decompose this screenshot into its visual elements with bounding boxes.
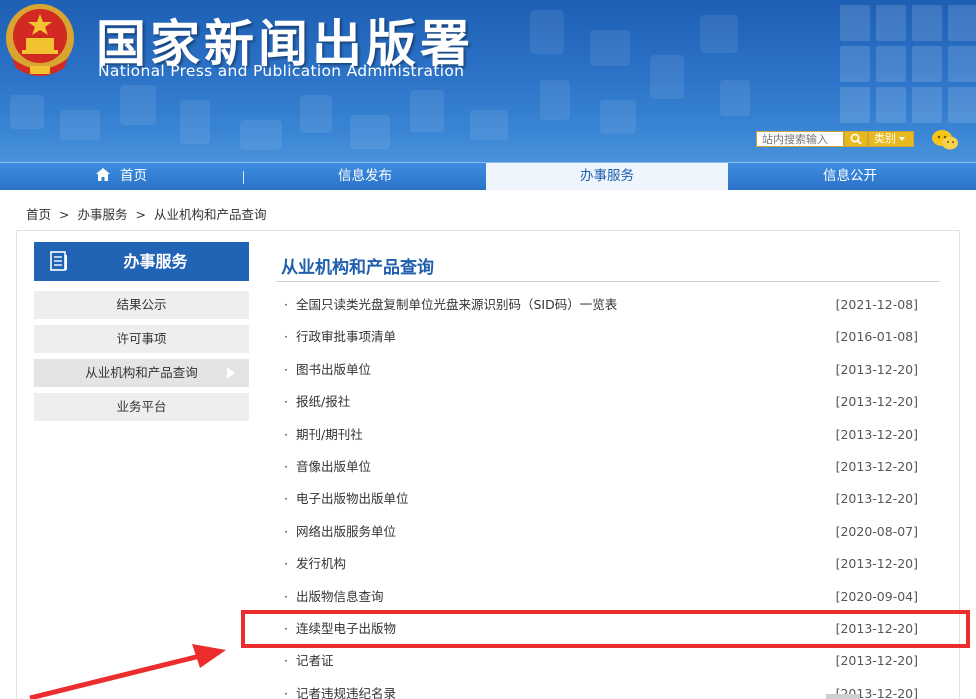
list-item-link[interactable]: 行政审批事项清单 — [296, 321, 396, 353]
bullet-icon: · — [284, 361, 288, 377]
nav-services[interactable]: 办事服务 — [486, 163, 728, 190]
list-item-link[interactable]: 记者违规违纪名录 — [296, 678, 396, 699]
list-item-date: [2013-12-20] — [835, 556, 918, 572]
bullet-icon: · — [284, 556, 288, 572]
bullet-icon: · — [284, 394, 288, 410]
bullet-icon: · — [284, 426, 288, 442]
category-dropdown[interactable]: 类别 — [868, 131, 914, 147]
horizontal-scrollbar[interactable] — [826, 694, 860, 699]
list-item-date: [2020-08-07] — [835, 523, 918, 539]
page-title: 从业机构和产品查询 — [281, 258, 434, 278]
list-item[interactable]: · 记者证 [2013-12-20] — [282, 645, 922, 677]
nav-home-label: 首页 — [120, 168, 147, 184]
nav-info-release-label: 信息发布 — [338, 168, 392, 184]
wechat-icon[interactable] — [930, 128, 960, 152]
main-nav: 首页 信息发布 办事服务 信息公开 — [0, 162, 976, 190]
sidebar-item-org-query[interactable]: 从业机构和产品查询 — [34, 359, 249, 387]
sidebar-item-label: 从业机构和产品查询 — [85, 365, 198, 380]
nav-info-disclosure-label: 信息公开 — [823, 168, 877, 184]
breadcrumb-separator: > — [135, 207, 146, 222]
breadcrumb-separator: > — [59, 207, 70, 222]
list-item[interactable]: · 电子出版物出版单位 [2013-12-20] — [282, 483, 922, 515]
sidebar-title-label: 办事服务 — [123, 252, 188, 271]
sidebar-item-licensing[interactable]: 许可事项 — [34, 325, 249, 353]
bullet-icon: · — [284, 329, 288, 345]
nav-home[interactable]: 首页 — [0, 163, 243, 190]
list-item[interactable]: · 发行机构 [2013-12-20] — [282, 548, 922, 580]
search-input[interactable] — [756, 131, 844, 147]
list-item-date: [2013-12-20] — [835, 458, 918, 474]
site-header: 国家新闻出版署 National Press and Publication A… — [0, 0, 976, 190]
title-divider — [276, 281, 940, 282]
site-subtitle: National Press and Publication Administr… — [98, 62, 465, 80]
list-item[interactable]: · 网络出版服务单位 [2020-08-07] — [282, 516, 922, 548]
sidebar-item-results[interactable]: 结果公示 — [34, 291, 249, 319]
bullet-icon: · — [284, 653, 288, 669]
breadcrumb-current: 从业机构和产品查询 — [153, 207, 267, 222]
list-item-date: [2013-12-20] — [835, 361, 918, 377]
home-icon — [96, 168, 110, 181]
highlight-annotation — [241, 610, 970, 648]
search-icon — [850, 133, 862, 145]
list-item-link[interactable]: 网络出版服务单位 — [296, 516, 396, 548]
nav-services-label: 办事服务 — [580, 168, 634, 184]
list-item[interactable]: · 报纸/报社 [2013-12-20] — [282, 386, 922, 418]
list-item[interactable]: · 图书出版单位 [2013-12-20] — [282, 354, 922, 386]
list-item-date: [2020-09-04] — [835, 588, 918, 604]
list-item-link[interactable]: 发行机构 — [296, 548, 346, 580]
list-item[interactable]: · 行政审批事项清单 [2016-01-08] — [282, 321, 922, 353]
bullet-icon: · — [284, 523, 288, 539]
bullet-icon: · — [284, 685, 288, 699]
bullet-icon: · — [284, 588, 288, 604]
list-item-link[interactable]: 出版物信息查询 — [296, 581, 384, 613]
list-item-date: [2013-12-20] — [835, 491, 918, 507]
bullet-icon: · — [284, 491, 288, 507]
list-item-date: [2016-01-08] — [835, 329, 918, 345]
nav-info-release[interactable]: 信息发布 — [244, 163, 486, 190]
sidebar-item-platform[interactable]: 业务平台 — [34, 393, 249, 421]
nav-info-disclosure[interactable]: 信息公开 — [728, 163, 972, 190]
page-root: 国家新闻出版署 National Press and Publication A… — [0, 0, 976, 699]
list-item-link[interactable]: 报纸/报社 — [296, 386, 350, 418]
list-item-link[interactable]: 期刊/期刊社 — [296, 419, 363, 451]
list-item-date: [2021-12-08] — [835, 297, 918, 312]
chevron-down-icon — [899, 137, 905, 141]
sidebar-title: 办事服务 — [34, 242, 249, 281]
list-item-link[interactable]: 记者证 — [296, 645, 334, 677]
list-item[interactable]: · 全国只读类光盘复制单位光盘来源识别码（SID码）一览表 [2021-12-08] — [282, 289, 922, 321]
breadcrumb-services[interactable]: 办事服务 — [77, 207, 127, 222]
search-button[interactable] — [844, 131, 868, 147]
breadcrumb-home[interactable]: 首页 — [26, 207, 51, 222]
chevron-right-icon — [227, 367, 235, 379]
bullet-icon: · — [284, 297, 288, 312]
list-item-date: [2013-12-20] — [835, 653, 918, 669]
list-item-link[interactable]: 音像出版单位 — [296, 451, 371, 483]
arrow-annotation-icon — [29, 644, 226, 699]
breadcrumb: 首页 > 办事服务 > 从业机构和产品查询 — [26, 204, 270, 223]
list-item-link[interactable]: 全国只读类光盘复制单位光盘来源识别码（SID码）一览表 — [296, 289, 617, 321]
list-item[interactable]: · 期刊/期刊社 [2013-12-20] — [282, 419, 922, 451]
list-item[interactable]: · 音像出版单位 [2013-12-20] — [282, 451, 922, 483]
list-item[interactable]: · 出版物信息查询 [2020-09-04] — [282, 581, 922, 613]
category-label: 类别 — [874, 132, 896, 145]
list-item-date: [2013-12-20] — [835, 394, 918, 410]
list-item-date: [2013-12-20] — [835, 426, 918, 442]
list-item-link[interactable]: 图书出版单位 — [296, 354, 371, 386]
list-item-link[interactable]: 电子出版物出版单位 — [296, 483, 409, 515]
national-emblem-icon — [6, 4, 74, 76]
bullet-icon: · — [284, 458, 288, 474]
